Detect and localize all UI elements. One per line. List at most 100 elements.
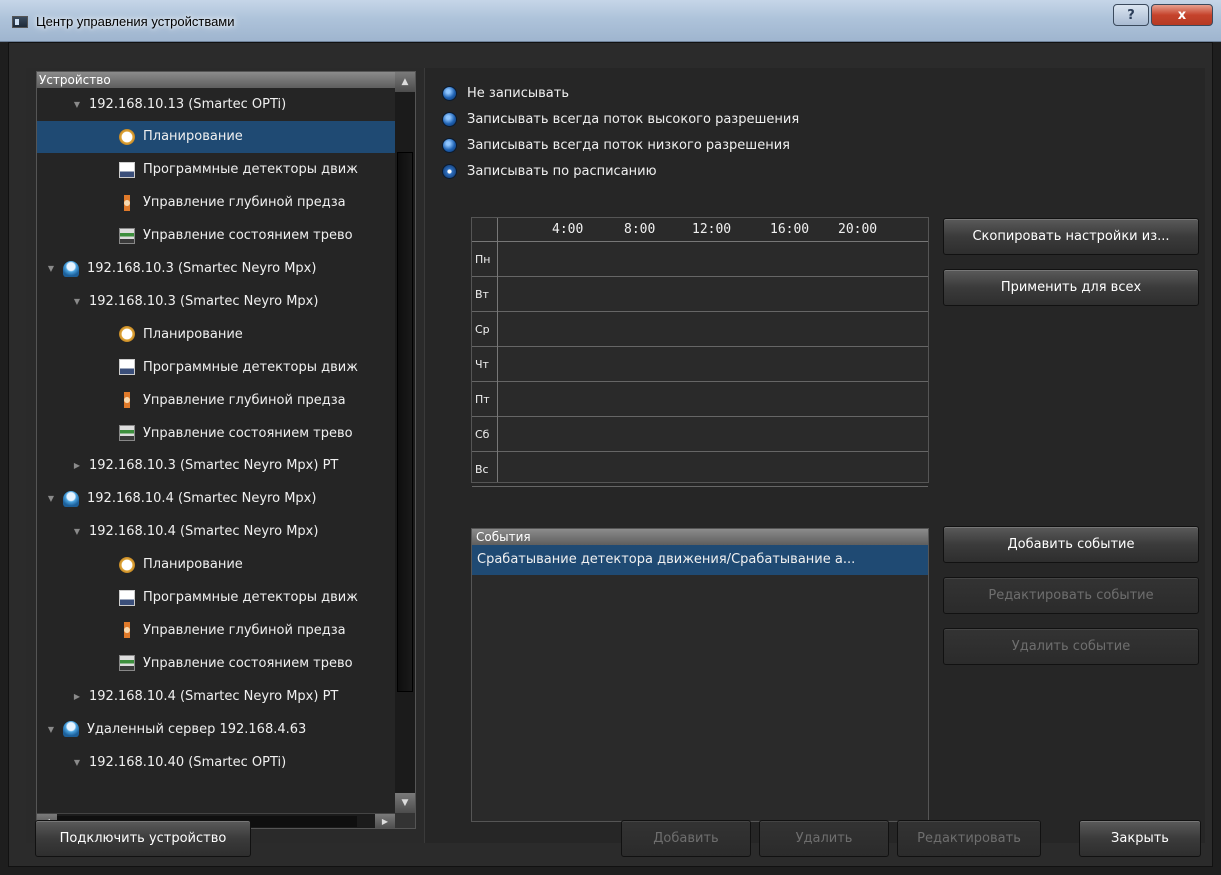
motion-detector-icon [119, 161, 135, 178]
scroll-up-icon[interactable]: ▲ [395, 72, 415, 92]
tree-item-label: 192.168.10.3 (Smartec Neyro Mpx) [89, 293, 319, 309]
events-list[interactable]: События Срабатывание детектора движения/… [471, 528, 929, 822]
hour-label: 20:00 [838, 222, 878, 237]
day-label: Ср [475, 323, 490, 336]
add-button[interactable]: Добавить [621, 820, 751, 857]
tree-item[interactable]: ▼ Удаленный сервер 192.168.4.63 [37, 713, 395, 745]
connect-device-button[interactable]: Подключить устройство [35, 820, 251, 857]
device-tree[interactable]: Устройство ▼ 192.168.10.13 (Smartec OPTi)… [36, 71, 416, 829]
tree-item[interactable]: ▼ 192.168.10.3 (Smartec Neyro Mpx) [37, 253, 395, 285]
expand-arrow-icon[interactable]: ▼ [71, 527, 83, 536]
delete-button[interactable]: Удалить [759, 820, 889, 857]
day-label: Вс [475, 463, 489, 476]
schedule-row-sat[interactable]: Сб [472, 417, 928, 452]
schedule-row-fri[interactable]: Пт [472, 382, 928, 417]
apply-all-button[interactable]: Применить для всех [943, 269, 1199, 306]
radio-icon[interactable] [442, 111, 457, 127]
tree-item[interactable]: ▼ 192.168.10.3 (Smartec Neyro Mpx) [37, 285, 395, 317]
tree-item-label: 192.168.10.3 (Smartec Neyro Mpx) PT [89, 458, 339, 474]
expand-arrow-icon[interactable]: ▼ [45, 264, 57, 273]
close-button[interactable]: Закрыть [1079, 820, 1201, 857]
server-icon [63, 490, 79, 507]
title-bar: Центр управления устройствами ? x [0, 0, 1221, 42]
tree-item[interactable]: Программные детекторы движ [37, 582, 395, 614]
tree-item[interactable]: ▼ 192.168.10.40 (Smartec OPTi) [37, 746, 395, 778]
tree-item-label: 192.168.10.4 (Smartec Neyro Mpx) [89, 524, 319, 540]
expand-arrow-icon[interactable]: ▼ [71, 297, 83, 306]
tree-vertical-scrollbar[interactable]: ▲ ▼ [395, 72, 415, 813]
copy-settings-button[interactable]: Скопировать настройки из... [943, 218, 1199, 255]
scroll-right-icon[interactable]: ▶ [375, 814, 395, 828]
radio-record-high[interactable]: Записывать всегда поток высокого разреше… [442, 108, 799, 130]
radio-icon[interactable] [442, 137, 457, 153]
tree-item[interactable]: Программные детекторы движ [37, 154, 395, 186]
schedule-grid[interactable]: 4:00 8:00 12:00 16:00 20:00 Пн Вт Ср Чт … [471, 217, 929, 487]
hour-label: 16:00 [770, 222, 810, 237]
tree-item[interactable]: ▼ 192.168.10.4 (Smartec Neyro Mpx) [37, 483, 395, 515]
edit-event-button[interactable]: Редактировать событие [943, 577, 1199, 614]
tree-item[interactable]: Управление глубиной предза [37, 384, 395, 416]
tree-item[interactable]: Планирование [37, 318, 395, 350]
help-button[interactable]: ? [1113, 4, 1149, 26]
tree-item-label: Управление состоянием трево [143, 228, 353, 244]
radio-no-record[interactable]: Не записывать [442, 82, 569, 104]
tree-item[interactable]: Управление глубиной предза [37, 187, 395, 219]
schedule-row-wed[interactable]: Ср [472, 312, 928, 347]
day-label: Чт [475, 358, 489, 371]
alarm-icon [119, 655, 135, 672]
add-event-button[interactable]: Добавить событие [943, 526, 1199, 563]
tree-rows: ▼ 192.168.10.13 (Smartec OPTi) Планировани… [37, 88, 395, 813]
radio-record-schedule[interactable]: Записывать по расписанию [442, 160, 657, 182]
tree-item[interactable]: Управление глубиной предза [37, 614, 395, 646]
close-window-button[interactable]: x [1151, 4, 1213, 26]
tree-item-label: 192.168.10.13 (Smartec OPTi) [89, 96, 287, 112]
collapse-arrow-icon[interactable]: ▶ [71, 692, 83, 701]
device-tree-panel: Устройство ▼ 192.168.10.13 (Smartec OPTi)… [26, 68, 424, 843]
schedule-row-sun[interactable]: Вс [472, 452, 928, 487]
radio-icon-selected[interactable] [442, 163, 457, 179]
tree-item[interactable]: ▶ 192.168.10.3 (Smartec Neyro Mpx) PT [37, 450, 395, 482]
hour-label: 12:00 [692, 222, 732, 237]
tree-item-label: 192.168.10.40 (Smartec OPTi) [89, 754, 287, 770]
expand-arrow-icon[interactable]: ▼ [71, 100, 83, 109]
clock-icon [119, 128, 135, 145]
scroll-corner [395, 813, 415, 828]
day-label: Пн [475, 253, 491, 266]
day-label: Сб [475, 428, 490, 441]
schedule-row-tue[interactable]: Вт [472, 277, 928, 312]
tree-item[interactable]: ▶ 192.168.10.4 (Smartec Neyro Mpx) PT [37, 680, 395, 712]
scroll-down-icon[interactable]: ▼ [395, 793, 415, 813]
edit-button[interactable]: Редактировать [897, 820, 1041, 857]
tree-item[interactable]: Планирование [37, 120, 395, 153]
expand-arrow-icon[interactable]: ▼ [45, 494, 57, 503]
hour-label: 8:00 [624, 222, 656, 237]
schedule-row-thu[interactable]: Чт [472, 347, 928, 382]
app-window-icon [12, 16, 28, 28]
tree-item[interactable]: Управление состоянием трево [37, 417, 395, 449]
event-row[interactable]: Срабатывание детектора движения/Срабатыв… [472, 545, 928, 575]
radio-record-low[interactable]: Записывать всегда поток низкого разрешен… [442, 134, 790, 156]
settings-panel: Не записывать Записывать всегда поток вы… [424, 68, 1205, 843]
schedule-row-mon[interactable]: Пн [472, 242, 928, 277]
radio-label: Записывать по расписанию [467, 163, 657, 179]
tree-item[interactable]: ▼ 192.168.10.13 (Smartec OPTi) [37, 88, 395, 120]
tree-item[interactable]: ▼ 192.168.10.4 (Smartec Neyro Mpx) [37, 516, 395, 548]
radio-icon[interactable] [442, 85, 457, 101]
tree-item[interactable]: Планирование [37, 549, 395, 581]
tree-column-header[interactable]: Устройство [37, 72, 395, 88]
tree-item[interactable]: Управление состоянием трево [37, 647, 395, 679]
alarm-icon [119, 227, 135, 244]
hour-label: 4:00 [552, 222, 584, 237]
tree-item-label: Управление состоянием трево [143, 655, 353, 671]
tree-item-label: 192.168.10.3 (Smartec Neyro Mpx) [87, 261, 317, 276]
expand-arrow-icon[interactable]: ▼ [45, 725, 57, 734]
expand-arrow-icon[interactable]: ▼ [71, 758, 83, 767]
collapse-arrow-icon[interactable]: ▶ [71, 461, 83, 470]
scroll-thumb[interactable] [397, 152, 413, 692]
tree-item[interactable]: Управление состоянием трево [37, 220, 395, 252]
events-column-header[interactable]: События [472, 529, 928, 545]
tree-item[interactable]: Программные детекторы движ [37, 351, 395, 383]
delete-event-button[interactable]: Удалить событие [943, 628, 1199, 665]
schedule-column-separator [497, 218, 498, 482]
clock-icon [119, 326, 135, 343]
